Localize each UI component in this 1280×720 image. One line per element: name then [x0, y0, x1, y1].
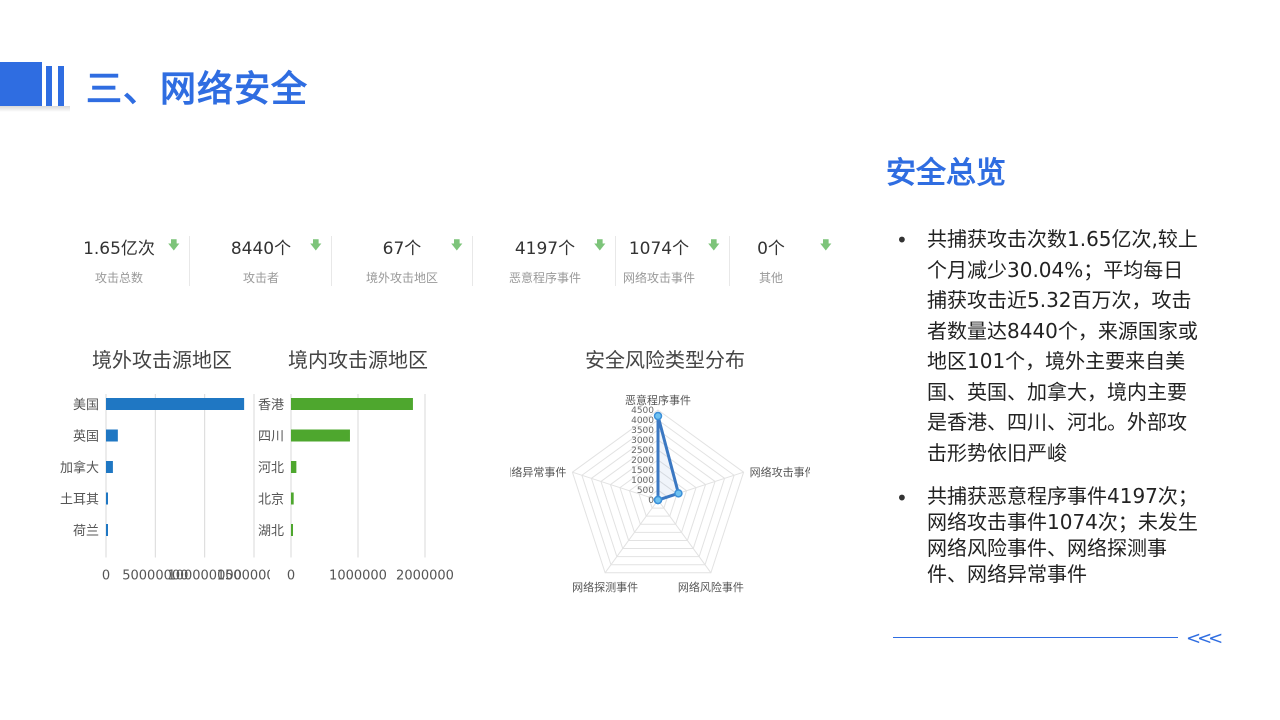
- kpi-total-attacks: 1.65亿次 攻击总数 🡇: [48, 232, 190, 288]
- category-label: 北京: [258, 493, 284, 508]
- kpi-foreign-regions: 67个 境外攻击地区 🡇: [331, 232, 473, 288]
- category-label: 河北: [258, 461, 284, 476]
- down-arrow-icon: 🡇: [819, 238, 832, 252]
- header-shadow: [0, 106, 70, 112]
- domestic-chart-title: 境内攻击源地区: [288, 348, 428, 372]
- x-tick-label: 1000000: [329, 569, 387, 584]
- radar-tick-label: 3000: [631, 436, 654, 446]
- overview-bullet-2: 共捕获恶意程序事件4197次；网络攻击事件1074次；未发生网络风险事件、网络探…: [927, 484, 1198, 586]
- bar: [291, 429, 350, 442]
- category-label: 四川: [258, 430, 284, 445]
- category-label: 土耳其: [60, 493, 99, 508]
- radar-axis-label: 网络攻击事件: [750, 465, 810, 479]
- radar-tick-label: 3500: [631, 426, 654, 436]
- radar-point: [674, 489, 683, 498]
- header-accent-block: [0, 62, 42, 106]
- x-tick-label: 0: [102, 569, 110, 584]
- header-accent-stripe: [46, 66, 52, 106]
- kpi-label: 攻击者: [242, 271, 279, 285]
- radar-axis-label: 网络探测事件: [572, 580, 638, 594]
- category-label: 加拿大: [60, 460, 99, 476]
- risk-radar-chart: 050010001500200025003000350040004500恶意程序…: [510, 393, 810, 594]
- down-arrow-icon: 🡇: [450, 238, 463, 252]
- radar-tick-label: 1500: [631, 466, 654, 476]
- page-title: 三、网络安全: [86, 69, 309, 110]
- bar: [291, 492, 294, 505]
- radar-tick-label: 4500: [631, 406, 654, 416]
- bar: [106, 429, 118, 442]
- bullet-marker: •: [896, 228, 908, 252]
- radar-point: [653, 411, 663, 421]
- x-tick-label: 2000000: [396, 569, 454, 584]
- bullet-marker: •: [896, 486, 908, 510]
- kpi-label: 其他: [758, 271, 783, 285]
- radar-tick-label: 1000: [631, 476, 654, 486]
- header-accent-stripe: [58, 66, 64, 106]
- down-arrow-icon: 🡇: [167, 238, 180, 252]
- radar-series: [656, 415, 681, 503]
- kpi-attackers: 8440个 攻击者 🡇: [190, 232, 332, 288]
- radar-tick-label: 2000: [631, 456, 654, 466]
- bar: [106, 461, 113, 473]
- down-arrow-icon: 🡇: [309, 238, 322, 252]
- radar-point: [653, 495, 663, 505]
- kpi-label: 攻击总数: [94, 271, 143, 285]
- x-tick-label: 0: [287, 569, 295, 584]
- radar-chart-title: 安全风险类型分布: [585, 348, 745, 372]
- foreign-attack-bar-chart: 050000000100000000150000000美国英国加拿大土耳其荷兰: [60, 394, 270, 584]
- radar-tick-label: 2500: [631, 446, 654, 456]
- foreign-chart-title: 境外攻击源地区: [92, 348, 232, 372]
- radar-spoke: [657, 499, 712, 574]
- category-label: 美国: [73, 398, 99, 413]
- radar-tick-label: 4000: [631, 416, 654, 426]
- bar: [291, 398, 413, 410]
- kpi-divider: [472, 236, 473, 286]
- footer-divider: [893, 637, 1178, 638]
- radar-axis-label: 恶意程序事件: [625, 393, 691, 407]
- category-label: 香港: [258, 398, 284, 413]
- domestic-attack-bar-chart: 0 1000000 2000000 香港四川河北北京湖北: [258, 394, 454, 584]
- chevrons-left-icon: <<<: [1186, 628, 1223, 649]
- bar: [106, 524, 108, 536]
- overview-title: 安全总览: [886, 156, 1006, 191]
- radar-tick-label: 500: [637, 486, 654, 496]
- category-label: 荷兰: [73, 524, 99, 539]
- kpi-other: 0个 其他 🡇: [700, 232, 842, 288]
- overview-bullet-1: 共捕获攻击次数1.65亿次,较上个月减少30.04%；平均每日捕获攻击近5.32…: [927, 227, 1198, 465]
- radar-axis-label: 网络异常事件: [510, 465, 566, 479]
- kpi-label: 境外攻击地区: [365, 271, 438, 285]
- bar: [106, 492, 108, 505]
- category-label: 湖北: [258, 524, 284, 539]
- category-label: 英国: [73, 430, 99, 445]
- radar-axis-label: 网络风险事件: [678, 580, 744, 594]
- bar: [106, 398, 245, 410]
- bar: [291, 524, 294, 536]
- radar-spoke: [604, 499, 659, 574]
- bar: [291, 461, 297, 473]
- radar-tick-label: 0: [648, 496, 654, 506]
